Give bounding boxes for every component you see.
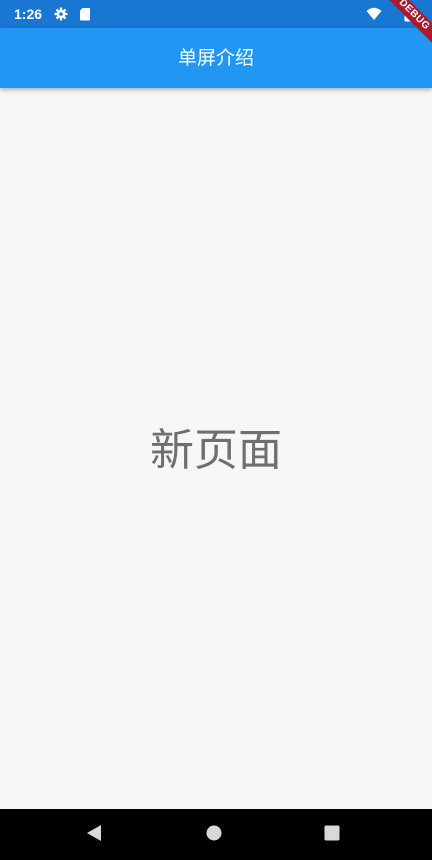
- page-title: 单屏介绍: [177, 47, 254, 69]
- status-time: 1:26: [14, 6, 43, 22]
- main-content: 新页面: [0, 88, 432, 809]
- back-button[interactable]: [80, 821, 108, 849]
- center-text: 新页面: [150, 425, 282, 476]
- status-bar: 1:26: [0, 0, 432, 28]
- gear-icon: [54, 7, 68, 21]
- sd-card-icon: [78, 7, 92, 21]
- back-icon: [86, 824, 102, 846]
- recents-button[interactable]: [318, 821, 346, 849]
- navigation-bar: [0, 809, 432, 860]
- app-bar: 单屏介绍: [0, 28, 432, 88]
- home-icon: [206, 825, 222, 845]
- wifi-icon: [366, 7, 382, 21]
- recents-icon: [324, 825, 340, 845]
- home-button[interactable]: [200, 821, 228, 849]
